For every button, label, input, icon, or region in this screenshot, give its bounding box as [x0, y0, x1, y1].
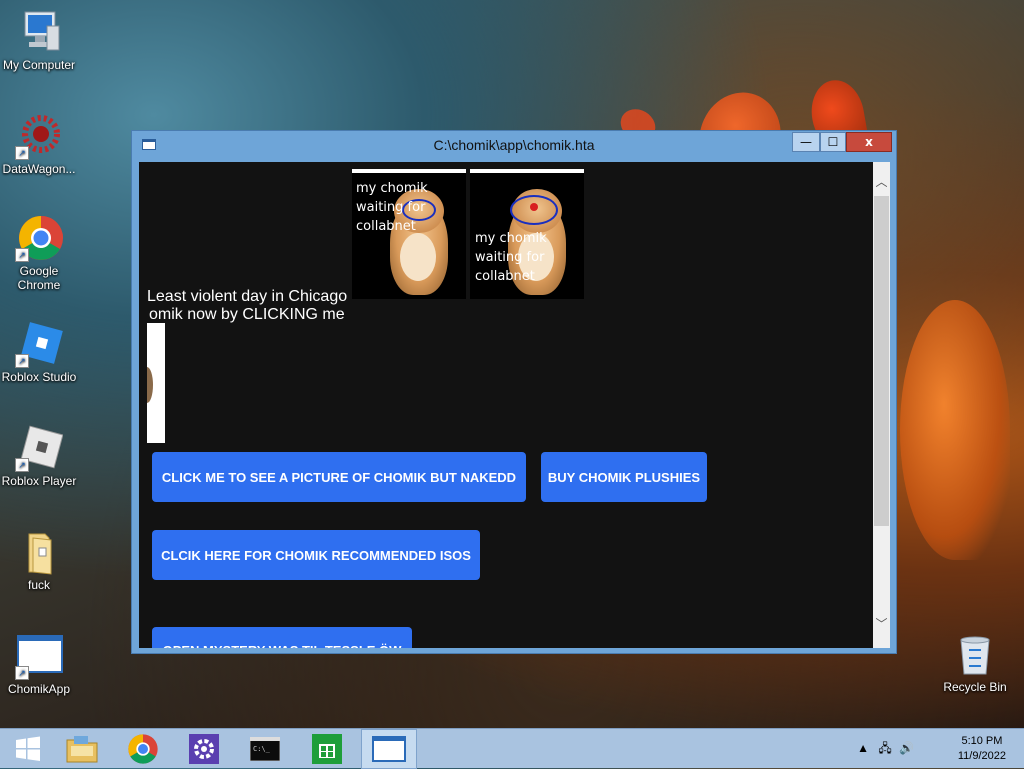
vertical-scrollbar[interactable]: ︿ ﹀: [873, 162, 890, 648]
headline-text: Least violent day in Chicago: [147, 288, 348, 305]
desktop-icon-folder[interactable]: fuck: [0, 528, 79, 592]
minimize-button[interactable]: —: [792, 132, 820, 152]
chomik-image: my chomik waiting for collabnet: [352, 169, 466, 299]
desktop-icon-label: Google Chrome: [17, 264, 61, 292]
recommended-isos-button[interactable]: CLCIK HERE FOR CHOMIK RECOMMENDED ISOS: [152, 530, 480, 580]
chrome-icon: [128, 734, 158, 764]
taskbar-command-prompt[interactable]: C:\_: [237, 729, 293, 769]
clock-date: 11/9/2022: [957, 750, 1006, 762]
buy-plushies-button[interactable]: BUY CHOMIK PLUSHIES: [541, 452, 707, 502]
image-caption: my chomik waiting for collabnet: [356, 181, 428, 234]
wallpaper-flower: [900, 300, 1010, 560]
window-titlebar[interactable]: C:\chomik\app\chomik.hta — ☐ x: [132, 131, 896, 161]
clock[interactable]: 5:10 PM 11/9/2022: [958, 733, 1006, 762]
taskbar-chrome[interactable]: [115, 729, 171, 769]
roblox-player-icon: ↗: [15, 424, 64, 472]
desktop-icon-my-computer[interactable]: My Computer: [0, 8, 79, 72]
datawagon-icon: ↗: [15, 112, 63, 160]
recycle-bin-icon: [951, 630, 999, 678]
shortcut-arrow-icon: ↗: [15, 146, 29, 160]
desktop-icon-chomikapp[interactable]: ↗ ChomikApp: [0, 632, 79, 696]
image-caption: my chomik waiting for collabnet: [475, 231, 547, 284]
desktop-icon-roblox-player[interactable]: ↗ Roblox Player: [0, 424, 79, 488]
chrome-icon: ↗: [15, 214, 63, 262]
volume-icon[interactable]: 🔊: [899, 741, 914, 755]
store-icon: [312, 734, 342, 764]
partial-image: [147, 323, 165, 443]
roblox-studio-icon: ↗: [15, 320, 63, 368]
scrollbar-thumb[interactable]: [874, 196, 889, 526]
desktop-icon-label: My Computer: [2, 58, 76, 72]
show-hidden-icons-icon[interactable]: ▲: [857, 741, 869, 755]
naked-picture-button[interactable]: CLICK ME TO SEE A PICTURE OF CHOMIK BUT …: [152, 452, 526, 502]
desktop-icon-label: ChomikApp: [7, 682, 71, 696]
desktop-icon-label: Roblox Studio: [1, 370, 77, 384]
computer-icon: [15, 8, 63, 56]
shortcut-arrow-icon: ↗: [15, 458, 29, 472]
taskbar: C:\_ ▲ 🖧 🔊 5:10 PM 11/9/2022: [0, 728, 1024, 769]
network-icon[interactable]: 🖧: [878, 741, 891, 755]
shortcut-arrow-icon: ↗: [15, 248, 29, 262]
maximize-button[interactable]: ☐: [820, 132, 846, 152]
desktop-icon-datawagon[interactable]: ↗ DataWagon...: [0, 112, 79, 176]
file-explorer-icon: [66, 736, 98, 763]
desktop-icon-label: Recycle Bin: [943, 680, 1007, 694]
chomik-image: my chomik waiting for collabnet: [470, 169, 584, 299]
shortcut-arrow-icon: ↗: [15, 666, 29, 680]
desktop-icon-recycle-bin[interactable]: Recycle Bin: [935, 630, 1015, 694]
window-content: my chomik waiting for collabnet my chomi…: [139, 162, 890, 648]
taskbar-settings[interactable]: [176, 729, 232, 769]
desktop-icon-roblox-studio[interactable]: ↗ Roblox Studio: [0, 320, 79, 384]
close-button[interactable]: x: [846, 132, 892, 152]
click-me-link[interactable]: omik now by CLICKING me: [149, 306, 345, 324]
taskbar-file-explorer[interactable]: [54, 729, 110, 769]
window-app-icon: ↗: [15, 632, 63, 680]
svg-text:C:\_: C:\_: [253, 745, 271, 753]
start-button[interactable]: [0, 729, 56, 769]
folder-icon: [15, 528, 63, 576]
settings-icon: [189, 734, 219, 764]
cmd-icon: C:\_: [250, 737, 280, 761]
scroll-down-icon[interactable]: ﹀: [873, 616, 890, 633]
partially-visible-button[interactable]: OPEN MYSTERY WAS TIL TESSLE ÖW: [152, 627, 412, 648]
chomik-hta-window[interactable]: C:\chomik\app\chomik.hta — ☐ x my chomik…: [131, 130, 897, 654]
desktop-icon-google-chrome[interactable]: ↗ Google Chrome: [0, 214, 79, 292]
window-app-icon: [372, 736, 406, 762]
system-tray: ▲ 🖧 🔊: [857, 739, 914, 760]
taskbar-chomikapp[interactable]: [361, 729, 417, 769]
scroll-up-icon[interactable]: ︿: [873, 174, 890, 191]
desktop-icon-label: fuck: [27, 578, 50, 592]
start-icon: [16, 736, 40, 761]
red-mark: [530, 203, 538, 211]
shortcut-arrow-icon: ↗: [15, 354, 29, 368]
desktop-icon-label: DataWagon...: [2, 162, 76, 176]
clock-time: 5:10 PM: [961, 735, 1003, 747]
taskbar-store[interactable]: [299, 729, 355, 769]
desktop-icon-label: Roblox Player: [1, 474, 77, 488]
window-title: C:\chomik\app\chomik.hta: [433, 137, 595, 153]
